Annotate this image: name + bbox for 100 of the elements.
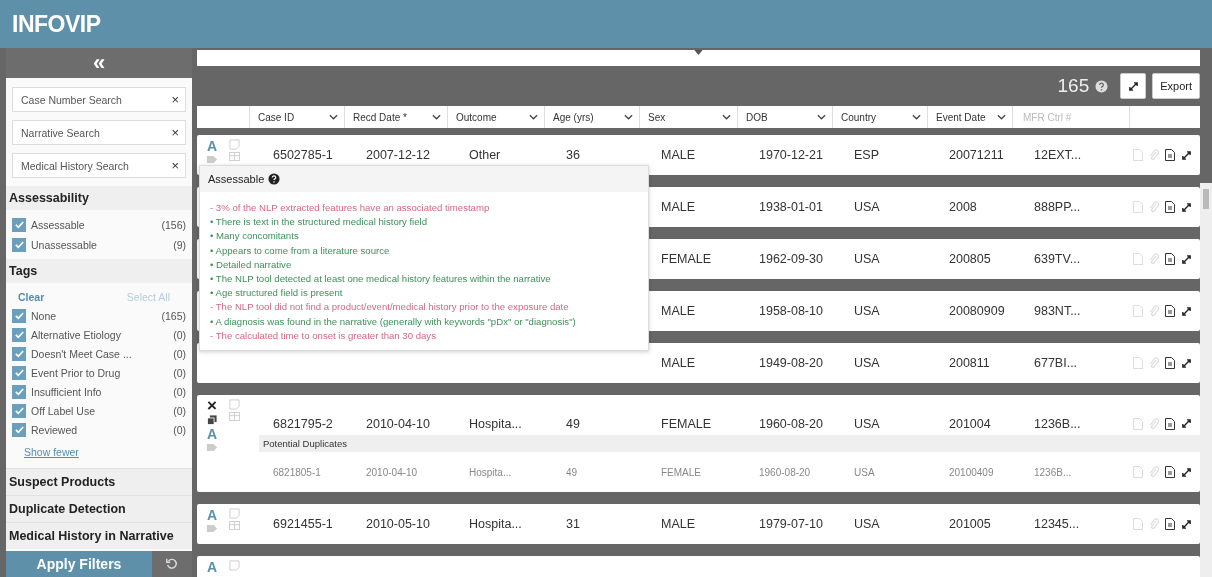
reset-icon: [165, 557, 179, 571]
columns-icon[interactable]: [228, 521, 240, 530]
expand-icon[interactable]: [1181, 149, 1192, 161]
checkbox[interactable]: [12, 237, 26, 252]
column-header[interactable]: Event Date: [936, 111, 986, 123]
search-field[interactable]: Case Number Search ×: [12, 87, 186, 112]
expand-icon[interactable]: [1181, 305, 1192, 317]
document-icon[interactable]: [1165, 149, 1175, 161]
expand-icon[interactable]: [1181, 418, 1192, 429]
case-card[interactable]: A: [197, 556, 1200, 577]
section-header[interactable]: Medical History in Narrative: [6, 522, 192, 549]
clear-button[interactable]: ×: [171, 158, 179, 173]
dismiss-button[interactable]: ×: [207, 399, 217, 413]
column-header[interactable]: Country: [841, 111, 876, 123]
document-icon[interactable]: [1165, 253, 1175, 265]
checkbox[interactable]: [12, 365, 26, 380]
paperclip-icon[interactable]: [1149, 417, 1159, 430]
document-icon[interactable]: [1165, 305, 1175, 317]
chevron-down-icon[interactable]: [329, 114, 338, 120]
count-label: (0): [173, 347, 186, 360]
search-field[interactable]: Medical History Search ×: [12, 153, 186, 178]
chevron-down-icon[interactable]: [722, 114, 731, 120]
document-icon[interactable]: [1165, 201, 1175, 213]
expand-icon: [1127, 80, 1139, 92]
chevron-down-icon[interactable]: [624, 114, 633, 120]
table-cell: 6821795-2: [273, 416, 333, 431]
column-header[interactable]: Case ID: [258, 111, 295, 123]
assessable-mark[interactable]: A: [206, 139, 218, 153]
table-cell: 201004: [949, 416, 991, 431]
section-header[interactable]: Duplicate Detection: [6, 495, 192, 522]
expand-icon[interactable]: [1181, 518, 1192, 530]
paperclip-icon[interactable]: [1149, 149, 1159, 161]
checkbox[interactable]: [12, 384, 26, 399]
table-cell: ESP: [854, 148, 879, 162]
assessable-mark[interactable]: A: [206, 508, 218, 522]
reset-button[interactable]: [152, 551, 192, 577]
columns-icon[interactable]: [228, 412, 240, 421]
paperclip-icon[interactable]: [1149, 253, 1159, 265]
scrollbar[interactable]: [1200, 183, 1212, 577]
tag-icon[interactable]: [206, 524, 218, 533]
column-header[interactable]: Sex: [648, 111, 666, 123]
case-card[interactable]: A 6921455-1 2010-05-10 Hospita... 31 MALE 1979-07-10 USA 201005 12345...: [197, 504, 1200, 544]
chevron-down-icon[interactable]: [912, 114, 921, 120]
collapse-sidebar-button[interactable]: «: [6, 48, 192, 78]
document-icon[interactable]: [1165, 466, 1175, 478]
checkbox[interactable]: [12, 346, 26, 361]
table-cell: USA: [854, 252, 880, 266]
case-card[interactable]: × A 6821795-2 2010-04-10 Hospita... 49 FEMALE 1960-08-20 USA 201004 1236B... Potential Duplicates 6821805-1 2010-04-10 Hospita... 49 FEMALE 1960-08-20 USA 20100409 1236B...: [197, 395, 1200, 492]
expand-icon[interactable]: [1181, 253, 1192, 265]
column-header[interactable]: DOB: [746, 111, 768, 123]
count-label: (0): [173, 328, 186, 341]
copy-icon[interactable]: [207, 415, 217, 425]
paperclip-icon[interactable]: [1149, 518, 1159, 530]
checkbox[interactable]: [12, 327, 26, 342]
document-icon[interactable]: [1165, 518, 1175, 530]
columns-icon[interactable]: [228, 152, 240, 161]
paperclip-icon[interactable]: [1149, 305, 1159, 317]
table-cell: 20100409: [949, 466, 994, 478]
table-cell: 1960-08-20: [759, 466, 811, 478]
table-cell: 677BI...: [1034, 356, 1078, 370]
show-fewer-link[interactable]: Show fewer: [12, 440, 186, 462]
document-icon[interactable]: [1165, 417, 1175, 430]
expand-button[interactable]: [1120, 73, 1147, 99]
paperclip-icon[interactable]: [1149, 201, 1159, 213]
export-button[interactable]: Export: [1152, 73, 1200, 99]
count-label: (9): [173, 238, 186, 251]
chevron-down-icon[interactable]: [997, 114, 1006, 120]
checkbox-label: Insufficient Info: [31, 385, 103, 398]
section-header[interactable]: Suspect Products: [6, 468, 192, 495]
checkbox[interactable]: [12, 308, 26, 323]
document-icon[interactable]: [1165, 357, 1175, 369]
column-header[interactable]: Outcome: [456, 111, 497, 123]
checkbox[interactable]: [12, 422, 26, 437]
column-header[interactable]: Recd Date *: [353, 111, 407, 123]
case-card[interactable]: MALE 1949-08-20 USA 200811 677BI...: [197, 343, 1200, 383]
help-icon[interactable]: [268, 173, 281, 185]
assessable-mark[interactable]: A: [206, 427, 218, 441]
table-cell: MALE: [661, 200, 696, 214]
paperclip-icon[interactable]: [1149, 466, 1159, 478]
table-cell: USA: [854, 356, 880, 370]
tag-icon[interactable]: [206, 443, 218, 452]
app-logo: INFOVIP: [12, 10, 101, 38]
column-header[interactable]: Age (yrs): [553, 111, 594, 123]
table-cell: USA: [854, 517, 880, 531]
chevron-down-icon[interactable]: [529, 114, 538, 120]
clear-button[interactable]: ×: [171, 125, 179, 140]
chevron-down-icon[interactable]: [817, 114, 826, 120]
search-field[interactable]: Narrative Search ×: [12, 120, 186, 145]
section-header[interactable]: Assessability: [6, 186, 192, 210]
chevron-down-icon[interactable]: [432, 114, 441, 120]
expand-icon[interactable]: [1181, 357, 1192, 369]
expand-icon[interactable]: [1181, 201, 1192, 213]
section-header[interactable]: Tags: [6, 259, 192, 283]
paperclip-icon[interactable]: [1149, 357, 1159, 369]
count-label: (0): [173, 385, 186, 398]
checkbox[interactable]: [12, 217, 26, 232]
checkbox[interactable]: [12, 403, 26, 418]
assessable-mark[interactable]: A: [206, 560, 218, 574]
expand-icon[interactable]: [1181, 466, 1192, 478]
clear-button[interactable]: ×: [171, 92, 179, 107]
